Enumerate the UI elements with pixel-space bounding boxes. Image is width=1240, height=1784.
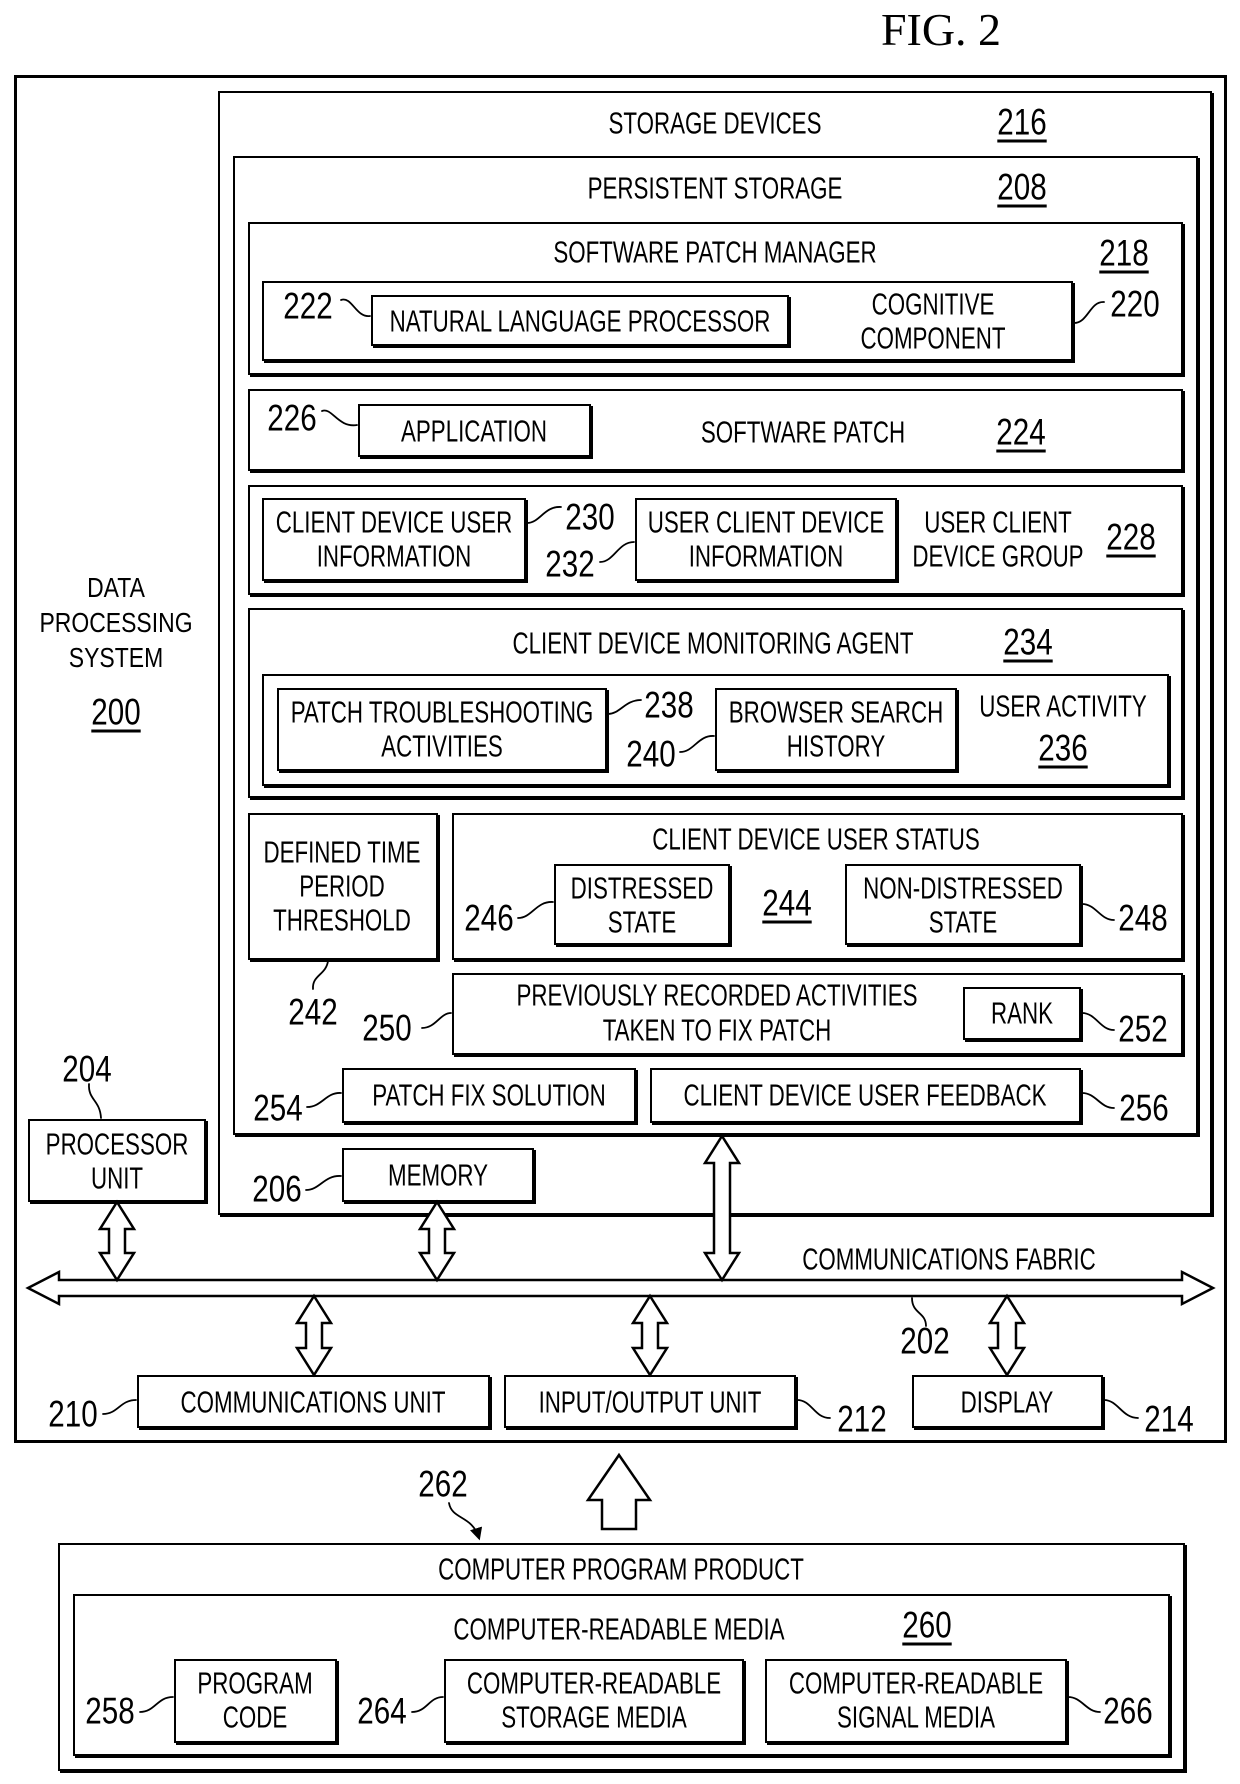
browser-search-history-label-line-2: HISTORY bbox=[786, 728, 886, 764]
user-client-device-group-label-line-2: DEVICE GROUP bbox=[912, 538, 1084, 574]
leader-262 bbox=[448, 1502, 483, 1541]
software-patch-label: SOFTWARE PATCH bbox=[700, 414, 906, 450]
software-patch-manager-label: SOFTWARE PATCH MANAGER bbox=[553, 234, 877, 270]
display-label: DISPLAY bbox=[960, 1384, 1054, 1420]
user-activity-label: USER ACTIVITY bbox=[979, 688, 1147, 724]
natural-language-processor-ref: 222 bbox=[283, 285, 333, 327]
previously-recorded-activities-label-line-2: TAKEN TO FIX PATCH bbox=[602, 1012, 832, 1048]
data-processing-system-label-line-1: DATA bbox=[87, 572, 145, 603]
storage-devices-ref: 216 bbox=[997, 101, 1047, 143]
user-client-device-group-label-line-1: USER CLIENT bbox=[924, 504, 1072, 540]
memory-ref: 206 bbox=[252, 1168, 302, 1210]
distressed-state-label-line-1: DISTRESSED bbox=[570, 870, 714, 906]
distressed-state-label-line-2: STATE bbox=[607, 904, 677, 940]
figure-title: FIG. 2 bbox=[880, 4, 1002, 55]
client-device-user-status-ref: 244 bbox=[762, 882, 812, 924]
previously-recorded-activities-ref: 250 bbox=[362, 1007, 412, 1049]
defined-time-period-threshold-label-line-1: DEFINED TIME bbox=[263, 834, 421, 870]
software-patch-ref: 224 bbox=[996, 411, 1046, 453]
application-label: APPLICATION bbox=[401, 413, 547, 449]
program-code-ref: 258 bbox=[85, 1690, 135, 1732]
processor-unit-ref: 204 bbox=[62, 1048, 112, 1090]
computer-readable-storage-media-ref: 264 bbox=[357, 1690, 407, 1732]
processor-unit-label-line-1: PROCESSOR bbox=[45, 1126, 189, 1162]
communications-unit-label: COMMUNICATIONS UNIT bbox=[180, 1384, 446, 1420]
patch-troubleshooting-activities-ref: 238 bbox=[644, 684, 694, 726]
storage-devices-label: STORAGE DEVICES bbox=[608, 105, 822, 141]
defined-time-period-threshold-ref: 242 bbox=[288, 991, 338, 1033]
computer-readable-storage-media-label-line-1: COMPUTER-READABLE bbox=[466, 1665, 722, 1701]
patch-fix-solution-ref: 254 bbox=[253, 1087, 303, 1129]
communications-fabric-ref: 202 bbox=[900, 1320, 950, 1362]
data-processing-system-label-line-2: PROCESSING bbox=[39, 607, 193, 638]
patent-figure-canvas: FIG. 2 DATA PROCESSING SYSTEM 200 STORAG… bbox=[0, 0, 1240, 1784]
browser-search-history-label-line-1: BROWSER SEARCH bbox=[728, 694, 944, 730]
user-client-device-group-ref: 228 bbox=[1106, 516, 1156, 558]
computer-readable-signal-media-label-line-1: COMPUTER-READABLE bbox=[788, 1665, 1044, 1701]
computer-readable-storage-media-label-line-2: STORAGE MEDIA bbox=[501, 1699, 687, 1735]
user-client-device-information-ref: 232 bbox=[545, 543, 595, 585]
processor-unit-label-line-2: UNIT bbox=[90, 1160, 144, 1196]
data-processing-system-label-line-3: SYSTEM bbox=[68, 642, 164, 673]
communications-unit-ref: 210 bbox=[48, 1393, 98, 1435]
display-ref: 214 bbox=[1144, 1398, 1194, 1440]
client-device-monitoring-agent-label: CLIENT DEVICE MONITORING AGENT bbox=[512, 625, 914, 661]
rank-label: RANK bbox=[990, 995, 1054, 1031]
client-device-monitoring-agent-ref: 234 bbox=[1003, 621, 1053, 663]
data-processing-system-ref: 200 bbox=[91, 691, 141, 733]
distressed-state-ref: 246 bbox=[464, 897, 514, 939]
persistent-storage-ref: 208 bbox=[997, 166, 1047, 208]
software-patch-manager-ref: 218 bbox=[1099, 232, 1149, 274]
non-distressed-state-label-line-2: STATE bbox=[928, 904, 998, 940]
program-code-label-line-2: CODE bbox=[222, 1699, 288, 1735]
computer-readable-media-label: COMPUTER-READABLE MEDIA bbox=[453, 1611, 785, 1647]
defined-time-period-threshold-label-line-3: THRESHOLD bbox=[273, 902, 411, 938]
input-output-unit-ref: 212 bbox=[837, 1398, 887, 1440]
client-device-user-information-label-line-1: CLIENT DEVICE USER bbox=[275, 504, 513, 540]
client-device-user-information-ref: 230 bbox=[565, 496, 615, 538]
natural-language-processor-label: NATURAL LANGUAGE PROCESSOR bbox=[389, 303, 771, 339]
client-device-user-information-label-line-2: INFORMATION bbox=[316, 538, 472, 574]
cognitive-component-label-line-2: COMPONENT bbox=[860, 320, 1006, 356]
application-ref: 226 bbox=[267, 397, 317, 439]
computer-readable-media-ref: 260 bbox=[902, 1604, 952, 1646]
client-device-user-status-label: CLIENT DEVICE USER STATUS bbox=[652, 821, 980, 857]
client-device-user-feedback-ref: 256 bbox=[1119, 1087, 1169, 1129]
previously-recorded-activities-label-line-1: PREVIOUSLY RECORDED ACTIVITIES bbox=[516, 977, 918, 1013]
rank-ref: 252 bbox=[1118, 1008, 1168, 1050]
non-distressed-state-label-line-1: NON-DISTRESSED bbox=[863, 870, 1063, 906]
program-product-upload-arrow bbox=[585, 1452, 653, 1531]
computer-readable-signal-media-ref: 266 bbox=[1103, 1690, 1153, 1732]
computer-program-product-ref: 262 bbox=[418, 1463, 468, 1505]
patch-troubleshooting-activities-label-line-1: PATCH TROUBLESHOOTING bbox=[290, 694, 594, 730]
user-client-device-information-label-line-1: USER CLIENT DEVICE bbox=[647, 504, 885, 540]
patch-fix-solution-label: PATCH FIX SOLUTION bbox=[372, 1077, 606, 1113]
browser-search-history-ref: 240 bbox=[626, 733, 676, 775]
computer-program-product-label: COMPUTER PROGRAM PRODUCT bbox=[438, 1551, 804, 1587]
patch-troubleshooting-activities-label-line-2: ACTIVITIES bbox=[381, 728, 503, 764]
cognitive-component-label-line-1: COGNITIVE bbox=[871, 286, 995, 322]
user-activity-ref: 236 bbox=[1038, 727, 1088, 769]
client-device-user-feedback-label: CLIENT DEVICE USER FEEDBACK bbox=[683, 1077, 1047, 1113]
cognitive-component-ref: 220 bbox=[1110, 283, 1160, 325]
communications-fabric-label: COMMUNICATIONS FABRIC bbox=[802, 1241, 1096, 1277]
input-output-unit-label: INPUT/OUTPUT UNIT bbox=[538, 1384, 762, 1420]
defined-time-period-threshold-label-line-2: PERIOD bbox=[299, 868, 385, 904]
memory-label: MEMORY bbox=[387, 1157, 489, 1193]
non-distressed-state-ref: 248 bbox=[1118, 897, 1168, 939]
persistent-storage-label: PERSISTENT STORAGE bbox=[587, 170, 843, 206]
computer-readable-signal-media-label-line-2: SIGNAL MEDIA bbox=[837, 1699, 995, 1735]
program-code-label-line-1: PROGRAM bbox=[197, 1665, 313, 1701]
user-client-device-information-label-line-2: INFORMATION bbox=[688, 538, 844, 574]
